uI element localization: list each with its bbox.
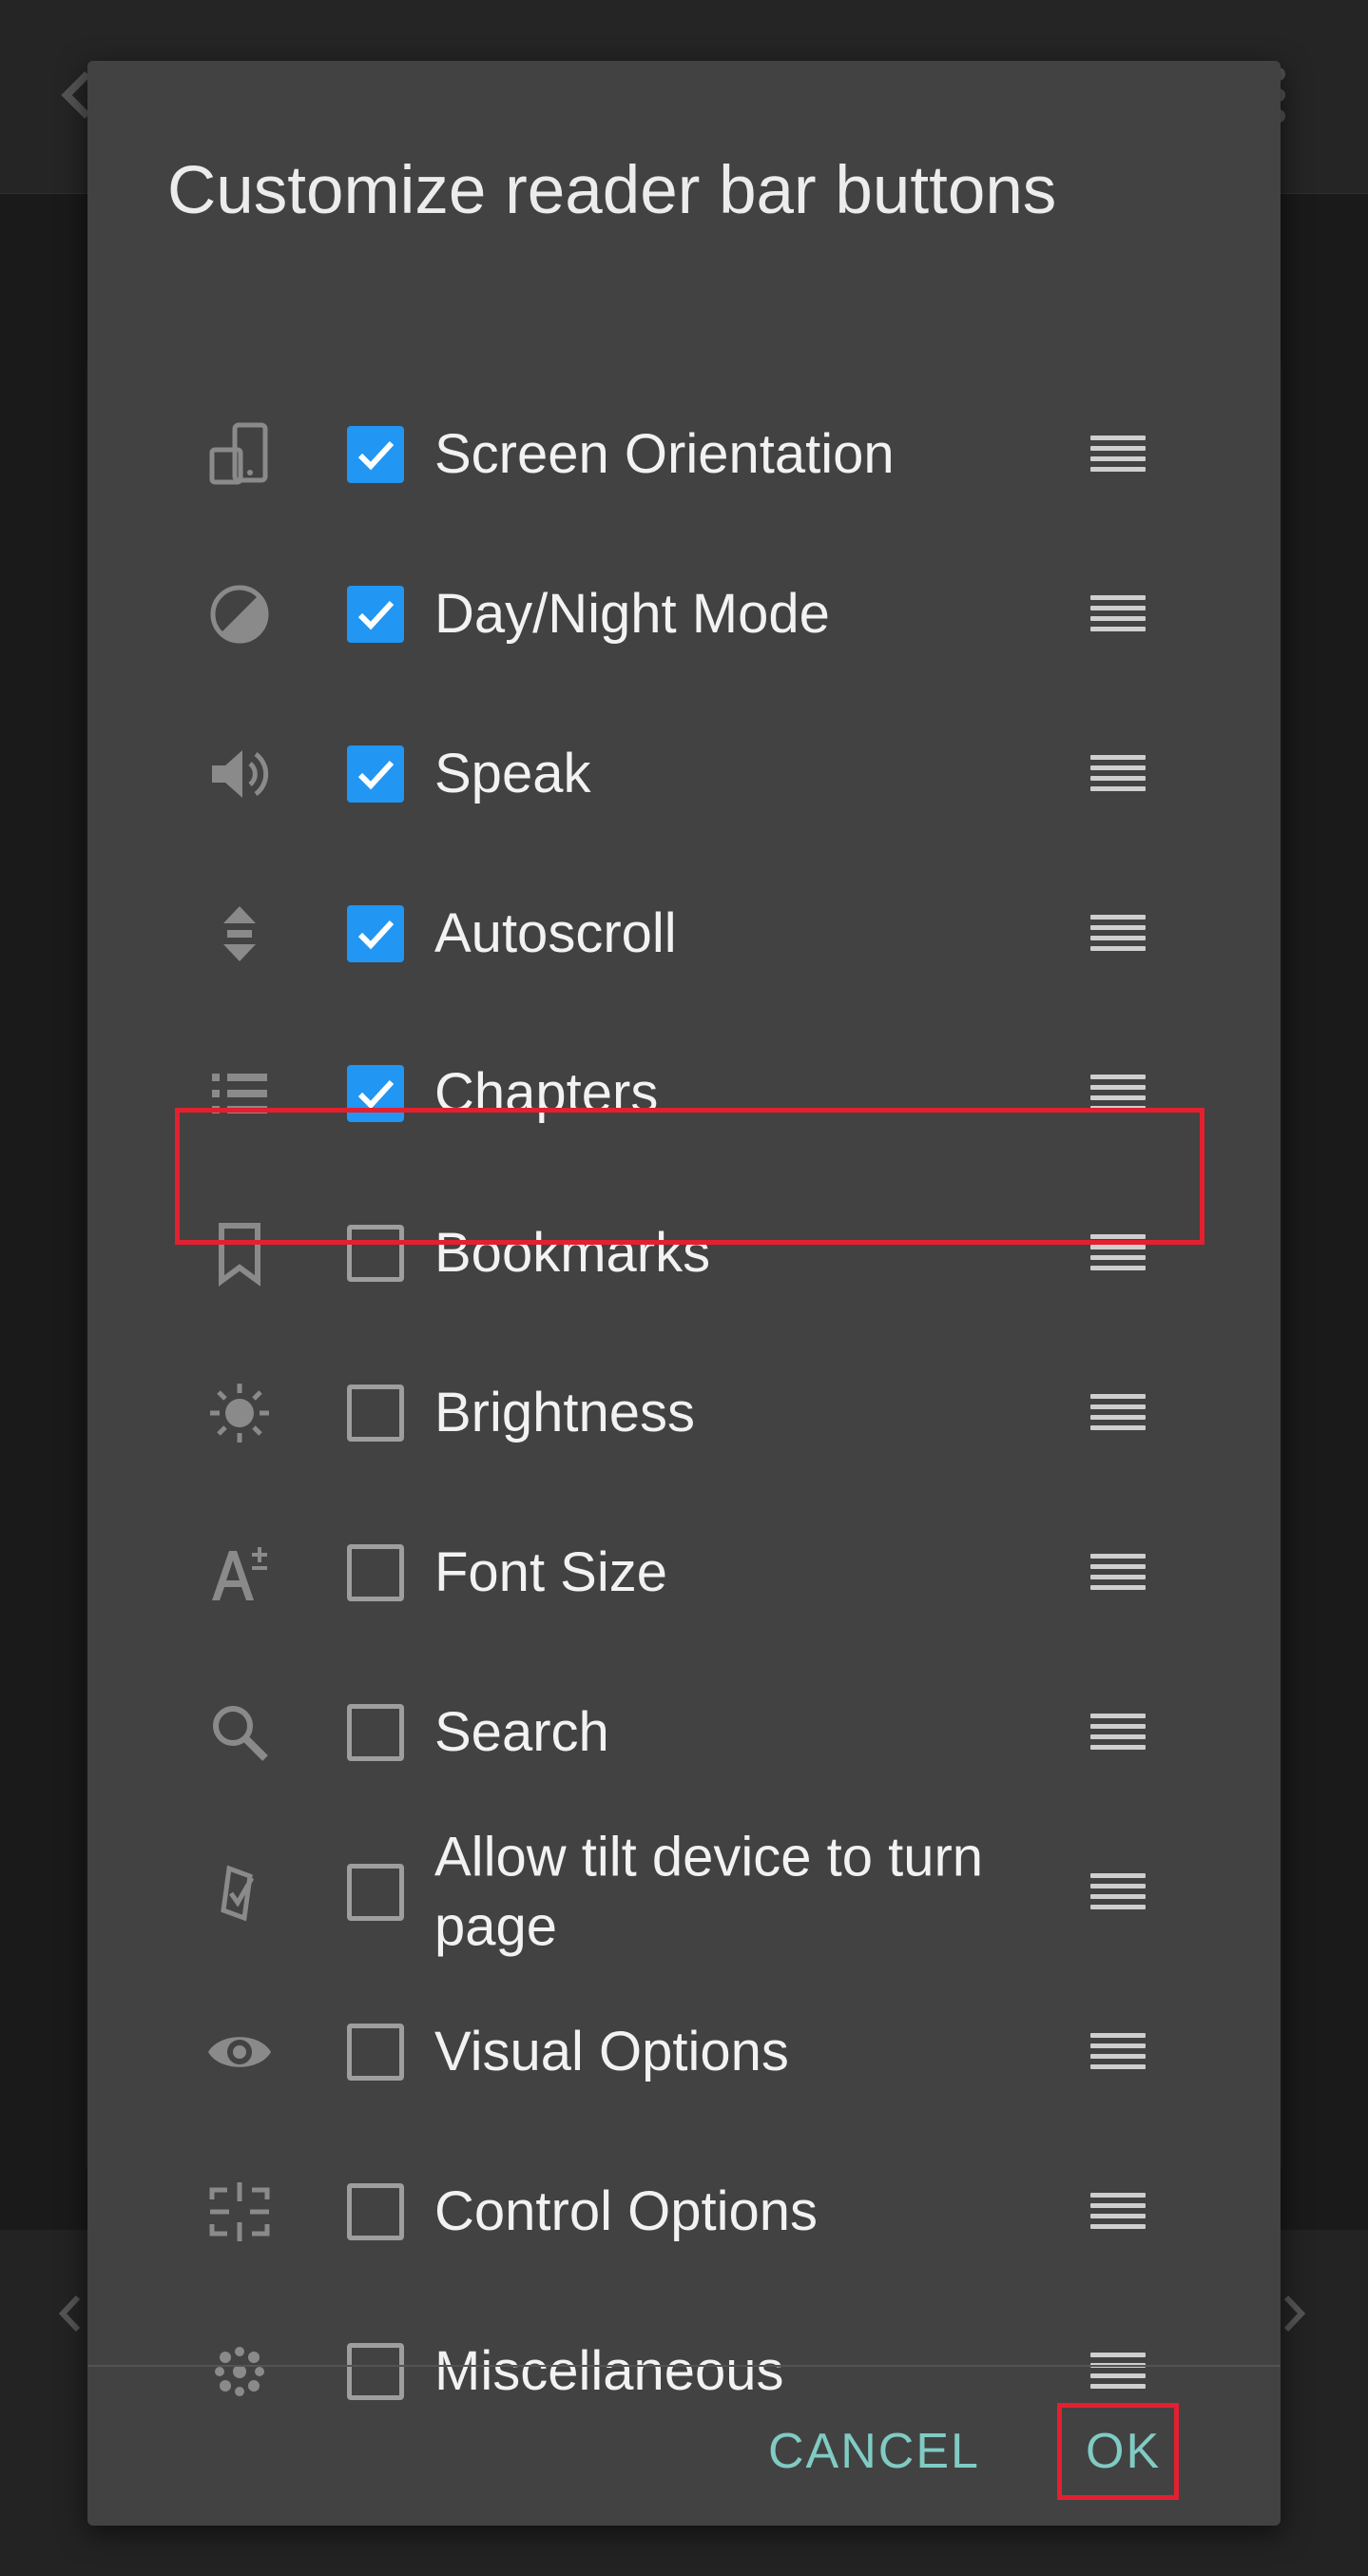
list-item-label: Speak — [434, 742, 591, 804]
list-item-visual-options[interactable]: Visual Options — [87, 1972, 1281, 2132]
list-item-speak[interactable]: Speak — [87, 694, 1281, 854]
checkbox[interactable] — [347, 1385, 404, 1442]
eye-icon — [206, 2019, 273, 2085]
drag-handle-icon[interactable] — [1090, 1394, 1149, 1432]
list-item-day-night-mode[interactable]: Day/Night Mode — [87, 534, 1281, 694]
chevron-left-icon — [55, 2292, 84, 2342]
list-item-control-options[interactable]: Control Options — [87, 2132, 1281, 2292]
screen-rotation-icon — [206, 421, 273, 488]
volume-icon — [206, 741, 273, 807]
drag-handle-icon[interactable] — [1090, 2353, 1149, 2391]
checkbox[interactable] — [347, 746, 404, 803]
list-item-font-size[interactable]: Font Size — [87, 1493, 1281, 1653]
checkbox[interactable] — [347, 1864, 404, 1921]
contrast-icon — [206, 581, 273, 648]
list-item-label: Miscellaneous — [434, 2339, 784, 2402]
list-item-screen-orientation[interactable]: Screen Orientation — [87, 375, 1281, 534]
drag-handle-icon[interactable] — [1090, 915, 1149, 953]
drag-handle-icon[interactable] — [1090, 436, 1149, 474]
checkbox[interactable] — [347, 2024, 404, 2081]
dialog-title: Customize reader bar buttons — [167, 153, 1057, 228]
tilt-icon — [206, 1859, 273, 1926]
list-item-label: Visual Options — [434, 2020, 789, 2082]
list-item-label: Search — [434, 1700, 609, 1763]
drag-handle-icon[interactable] — [1090, 1075, 1149, 1113]
drag-handle-icon[interactable] — [1090, 2033, 1149, 2071]
autoscroll-icon — [206, 901, 273, 967]
list-item-label: Control Options — [434, 2179, 818, 2242]
list-item-label: Screen Orientation — [434, 422, 895, 485]
drag-handle-icon[interactable] — [1090, 1873, 1149, 1911]
ok-highlight-box — [1057, 2403, 1179, 2500]
list-item-tilt-turn-page[interactable]: Allow tilt device to turn page — [87, 1812, 1281, 1972]
search-icon — [206, 1699, 273, 1766]
checkbox[interactable] — [347, 2183, 404, 2240]
drag-handle-icon[interactable] — [1090, 1714, 1149, 1752]
drag-handle-icon[interactable] — [1090, 2193, 1149, 2231]
drag-handle-icon[interactable] — [1090, 755, 1149, 793]
cancel-button[interactable]: CANCEL — [768, 2427, 980, 2476]
checkbox[interactable] — [347, 586, 404, 643]
miscellaneous-icon — [206, 2338, 273, 2405]
control-options-icon — [206, 2179, 273, 2245]
list-item-label: Allow tilt device to turn page — [434, 1826, 984, 1958]
chevron-right-icon — [1281, 2292, 1309, 2342]
checkbox[interactable] — [347, 1544, 404, 1601]
list-item-label: Font Size — [434, 1540, 667, 1603]
checkbox[interactable] — [347, 905, 404, 962]
list-item-label: Autoscroll — [434, 901, 677, 964]
checkbox[interactable] — [347, 2343, 404, 2400]
checkbox[interactable] — [347, 426, 404, 483]
bookmarks-highlight-box — [175, 1108, 1204, 1245]
dialog-divider — [87, 2365, 1281, 2367]
drag-handle-icon[interactable] — [1090, 595, 1149, 633]
list-item-brightness[interactable]: Brightness — [87, 1333, 1281, 1493]
brightness-icon — [206, 1380, 273, 1446]
list-item-search[interactable]: Search — [87, 1653, 1281, 1812]
drag-handle-icon[interactable] — [1090, 1554, 1149, 1592]
customize-reader-bar-dialog: Customize reader bar buttons Screen Orie… — [87, 61, 1281, 2526]
font-size-icon — [206, 1540, 273, 1606]
list-item-autoscroll[interactable]: Autoscroll — [87, 854, 1281, 1014]
list-item-label: Day/Night Mode — [434, 582, 830, 645]
checkbox[interactable] — [347, 1704, 404, 1761]
list-item-label: Brightness — [434, 1381, 696, 1443]
